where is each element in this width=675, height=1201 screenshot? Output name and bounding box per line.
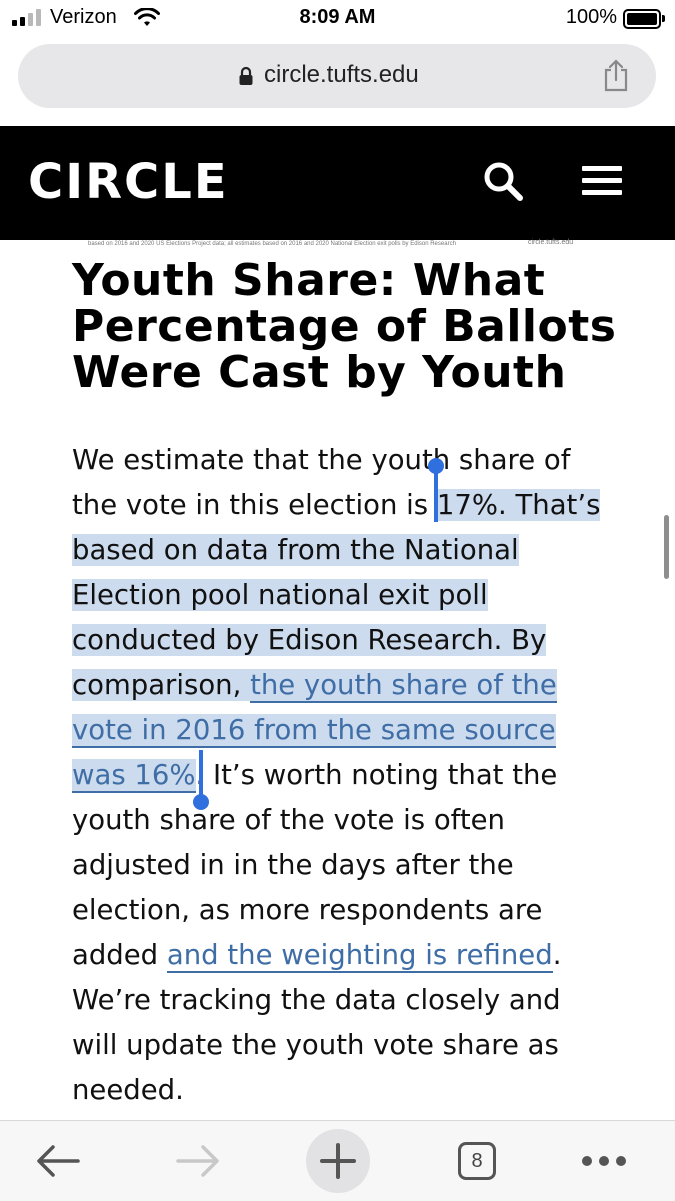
text-line: election, as more respondents are: [72, 888, 632, 933]
link-youth-share-2016[interactable]: vote in 2016 from the same source: [72, 714, 556, 748]
figure-caption: based on 2016 and 2020 US Elections Proj…: [88, 241, 456, 247]
more-button[interactable]: [578, 1121, 630, 1201]
text-span: We estimate that the youth share of: [72, 444, 571, 476]
selected-text[interactable]: comparison,: [72, 669, 250, 701]
heading-line: Percentage of Ballots: [72, 301, 617, 352]
forward-button[interactable]: [168, 1121, 228, 1201]
circle-logo[interactable]: CIRCLE: [28, 154, 229, 210]
text-span: . It’s worth noting that the: [195, 759, 558, 791]
scrollbar[interactable]: [664, 515, 669, 579]
link-youth-share-2016[interactable]: was 16%: [72, 759, 196, 793]
battery-icon: [623, 9, 665, 29]
text-line: was 16%. It’s worth noting that the: [72, 753, 632, 798]
text-line: youth share of the vote is often: [72, 798, 632, 843]
text-line: vote in 2016 from the same source: [72, 708, 632, 753]
text-line: will update the youth vote share as: [72, 1023, 632, 1068]
text-span: will update the youth vote share as: [72, 1029, 559, 1061]
status-bar: Verizon 8:09 AM 100%: [0, 0, 675, 40]
text-span: election, as more respondents are: [72, 894, 543, 926]
more-icon: [582, 1156, 626, 1166]
url-text[interactable]: circle.tufts.edu: [264, 61, 419, 89]
heading-line: Youth Share: What: [72, 255, 546, 306]
text-span: youth share of the vote is often: [72, 804, 505, 836]
text-line: adjusted in in the days after the: [72, 843, 632, 888]
text-line: added and the weighting is refined.: [72, 933, 632, 978]
text-line: based on data from the National: [72, 528, 632, 573]
plus-icon: [306, 1129, 370, 1193]
forward-arrow-icon: [176, 1145, 219, 1177]
text-line: conducted by Edison Research. By: [72, 618, 632, 663]
selected-text[interactable]: Election pool national exit poll: [72, 579, 488, 611]
new-tab-button[interactable]: [306, 1121, 370, 1201]
browser-toolbar: 8: [0, 1120, 675, 1201]
selected-text[interactable]: 17%. That’s: [436, 489, 601, 521]
text-line: We’re tracking the data closely and: [72, 978, 632, 1023]
text-span: We’re tracking the data closely and: [72, 984, 561, 1016]
text-span: the vote in this election is: [72, 489, 437, 521]
address-bar[interactable]: circle.tufts.edu: [18, 44, 656, 108]
share-icon[interactable]: [602, 58, 630, 92]
search-icon[interactable]: [482, 160, 524, 202]
hamburger-menu-icon[interactable]: [582, 166, 622, 198]
battery-percentage: 100%: [565, 6, 617, 28]
figure-source: circle.tufts.edu: [528, 239, 574, 246]
selected-text[interactable]: based on data from the National: [72, 534, 519, 566]
selection-end-handle[interactable]: [193, 794, 209, 810]
back-button[interactable]: [28, 1121, 88, 1201]
selection-start-caret[interactable]: [434, 466, 438, 522]
text-span: .: [552, 939, 562, 971]
site-header: CIRCLE: [0, 126, 675, 240]
text-line: comparison, the youth share of the: [72, 663, 632, 708]
section-heading: Youth Share: What Percentage of Ballots …: [72, 258, 652, 396]
link-youth-share-2016[interactable]: the youth share of the: [250, 669, 557, 703]
logo-text: CIRCLE: [28, 154, 229, 210]
link-weighting-refined[interactable]: and the weighting is refined: [166, 939, 553, 973]
selected-text[interactable]: conducted by Edison Research. By: [72, 624, 547, 656]
article-paragraph: We estimate that the youth share of the …: [72, 438, 632, 1113]
lock-icon: [239, 66, 253, 85]
heading-line: Were Cast by Youth: [72, 347, 567, 398]
selection-end-caret[interactable]: [199, 750, 203, 798]
text-line: the vote in this election is 17%. That’s: [72, 483, 632, 528]
text-span: needed.: [72, 1074, 184, 1106]
text-span: added: [72, 939, 167, 971]
text-line: Election pool national exit poll: [72, 573, 632, 618]
text-line: We estimate that the youth share of: [72, 438, 632, 483]
back-arrow-icon: [37, 1145, 80, 1177]
text-span: adjusted in in the days after the: [72, 849, 514, 881]
tabs-icon: 8: [458, 1142, 496, 1180]
text-line: needed.: [72, 1068, 632, 1113]
tabs-button[interactable]: 8: [455, 1121, 499, 1201]
